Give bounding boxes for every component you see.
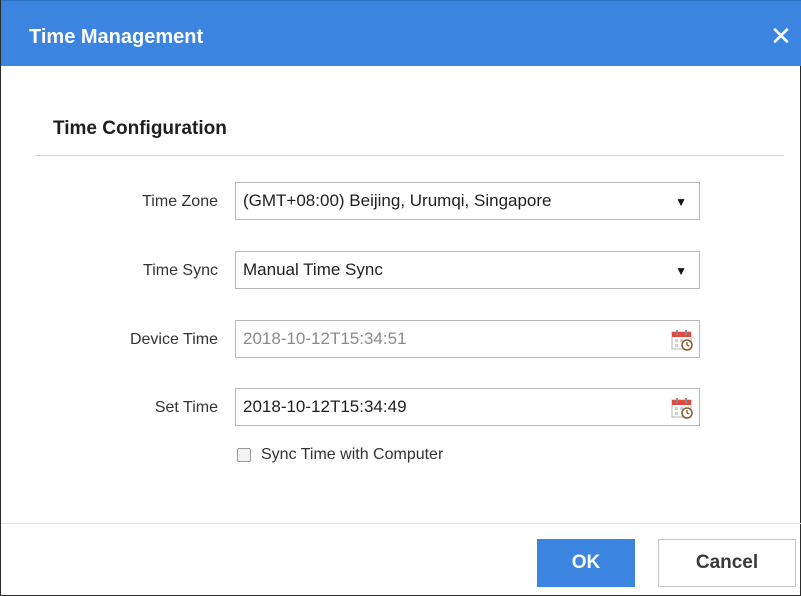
dialog-title: Time Management <box>29 26 204 48</box>
time-sync-value: Manual Time Sync <box>243 260 383 279</box>
time-zone-select[interactable]: (GMT+08:00) Beijing, Urumqi, Singapore ▼ <box>235 182 700 220</box>
sync-time-checkbox-label[interactable]: Sync Time with Computer <box>261 445 443 465</box>
ok-button[interactable]: OK <box>537 539 635 587</box>
chevron-down-icon: ▼ <box>675 195 687 209</box>
sync-time-checkbox[interactable] <box>237 448 251 462</box>
footer-divider <box>1 523 801 524</box>
section-title: Time Configuration <box>53 118 227 139</box>
close-button[interactable]: ✕ <box>764 19 798 53</box>
time-sync-select[interactable]: Manual Time Sync ▼ <box>235 251 700 289</box>
dialog-titlebar: Time Management ✕ <box>1 0 801 66</box>
chevron-down-icon: ▼ <box>675 264 687 278</box>
calendar-icon[interactable] <box>671 397 693 419</box>
device-time-value: 2018-10-12T15:34:51 <box>243 329 407 348</box>
device-time-label: Device Time <box>129 331 218 348</box>
section-divider <box>35 155 784 156</box>
set-time-input[interactable]: 2018-10-12T15:34:49 <box>235 388 700 426</box>
time-sync-label: Time Sync <box>143 262 218 279</box>
time-zone-value: (GMT+08:00) Beijing, Urumqi, Singapore <box>243 191 552 210</box>
set-time-value: 2018-10-12T15:34:49 <box>243 397 407 416</box>
calendar-icon[interactable] <box>671 329 693 351</box>
set-time-label: Set Time <box>154 399 218 416</box>
cancel-button[interactable]: Cancel <box>658 539 796 587</box>
time-zone-label: Time Zone <box>142 193 218 210</box>
close-icon: ✕ <box>770 21 792 51</box>
time-management-dialog: Time Management ✕ Time Configuration Tim… <box>0 0 801 596</box>
device-time-field: 2018-10-12T15:34:51 <box>235 320 700 358</box>
